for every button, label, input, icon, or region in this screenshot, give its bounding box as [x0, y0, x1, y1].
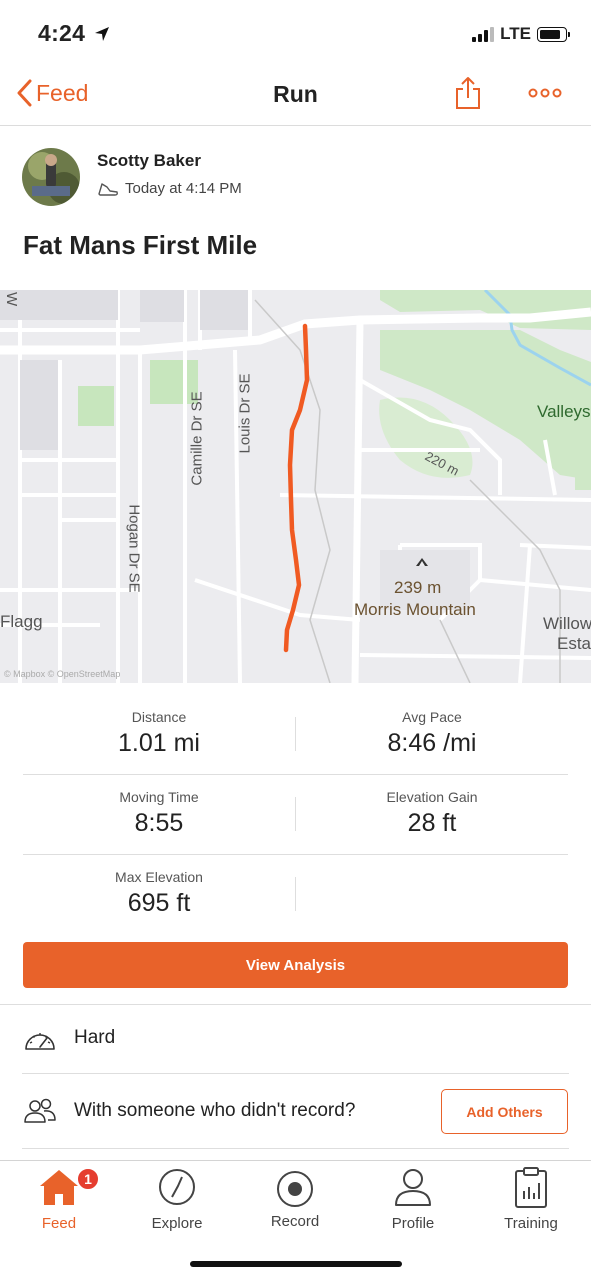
stat-distance: Distance 1.01 mi	[23, 695, 295, 758]
stat-label: Elevation Gain	[386, 789, 478, 805]
tab-profile[interactable]: Profile	[354, 1165, 472, 1232]
activity-map[interactable]: W Camille Dr SE Louis Dr SE Hogan Dr SE …	[0, 290, 591, 683]
map-label-valleys: Valleys	[537, 402, 591, 421]
add-others-prompt: With someone who didn't record?	[74, 1100, 356, 1121]
tab-training[interactable]: Training	[472, 1165, 590, 1232]
page-title: Run	[273, 81, 318, 107]
map-label-hogan-dr: Hogan Dr SE	[125, 504, 143, 593]
tab-label: Feed	[41, 1215, 77, 1232]
map-label-camille-dr: Camille Dr SE	[188, 391, 206, 486]
stat-value: 28 ft	[407, 809, 457, 837]
stat-row: Max Elevation 695 ft	[23, 855, 568, 935]
status-time: 4:24	[38, 20, 86, 46]
activity-stats: Distance 1.01 mi Avg Pace 8:46 /mi Movin…	[23, 695, 568, 935]
training-log-icon	[509, 1165, 553, 1209]
location-arrow-icon	[95, 27, 109, 41]
map-label-w: W	[3, 292, 20, 307]
athlete-name[interactable]: Scotty Baker	[97, 151, 201, 171]
map-label-peak-elevation: 239 m	[394, 578, 442, 597]
notification-badge: 1	[76, 1167, 100, 1191]
divider	[295, 877, 296, 911]
tab-explore[interactable]: Explore	[118, 1165, 236, 1232]
compass-icon	[155, 1165, 199, 1209]
record-icon	[273, 1165, 317, 1209]
network-type: LTE	[500, 24, 531, 43]
activity-meta: Today at 4:14 PM	[97, 180, 242, 197]
map-label-willow: Willow	[543, 614, 591, 633]
stat-label: Avg Pace	[402, 709, 462, 725]
status-indicators: LTE	[472, 24, 570, 44]
more-horizontal-icon[interactable]	[528, 86, 562, 100]
running-shoe-icon	[98, 182, 118, 196]
tab-label: Training	[504, 1215, 558, 1232]
navigation-bar: Feed Run	[0, 66, 591, 126]
profile-icon	[391, 1165, 435, 1209]
stat-elevation-gain: Elevation Gain 28 ft	[296, 775, 568, 838]
people-icon	[24, 1098, 56, 1123]
map-label-peak-name: Morris Mountain	[354, 600, 476, 619]
map-label-louis-dr: Louis Dr SE	[236, 373, 254, 454]
tab-label: Explore	[151, 1215, 203, 1232]
stat-moving-time: Moving Time 8:55	[23, 775, 295, 838]
cellular-signal-icon	[472, 26, 495, 42]
map-attribution[interactable]: © Mapbox © OpenStreetMap	[4, 669, 120, 679]
activity-timestamp: Today at 4:14 PM	[125, 180, 242, 197]
athlete-header: Scotty Baker Today at 4:14 PM	[22, 148, 572, 208]
add-others-button[interactable]: Add Others	[441, 1089, 568, 1134]
tab-feed[interactable]: 1 Feed	[0, 1165, 118, 1232]
gauge-icon	[25, 1033, 55, 1050]
stat-label: Max Elevation	[115, 869, 203, 885]
home-icon	[37, 1165, 81, 1209]
stat-value: 8:46 /mi	[387, 729, 477, 757]
view-analysis-button[interactable]: View Analysis	[23, 942, 568, 988]
battery-icon	[537, 26, 570, 42]
stat-avg-pace: Avg Pace 8:46 /mi	[296, 695, 568, 758]
status-bar: 4:24 LTE	[0, 0, 591, 66]
stat-row: Moving Time 8:55 Elevation Gain 28 ft	[23, 775, 568, 855]
tab-label: Profile	[391, 1215, 435, 1232]
perceived-effort-label: Hard	[74, 1027, 116, 1048]
avatar[interactable]	[22, 148, 80, 206]
tab-record[interactable]: Record	[236, 1165, 354, 1230]
activity-title: Fat Mans First Mile	[23, 230, 258, 260]
perceived-effort-row[interactable]: Hard	[0, 1005, 591, 1073]
map-canvas	[0, 290, 591, 683]
stat-value: 8:55	[134, 809, 184, 837]
divider	[22, 1148, 569, 1149]
add-others-row: With someone who didn't record? Add Othe…	[0, 1074, 591, 1148]
stat-value: 1.01 mi	[118, 729, 200, 757]
share-icon[interactable]	[454, 76, 482, 110]
map-label-flagg: Flagg	[0, 612, 43, 631]
stat-max-elevation: Max Elevation 695 ft	[23, 855, 295, 918]
stat-label: Distance	[131, 709, 187, 725]
map-label-esta: Esta	[557, 634, 591, 653]
tab-label: Record	[270, 1213, 320, 1230]
stat-row: Distance 1.01 mi Avg Pace 8:46 /mi	[23, 695, 568, 775]
stat-label: Moving Time	[119, 789, 199, 805]
stat-value: 695 ft	[127, 889, 191, 917]
home-indicator[interactable]	[190, 1261, 402, 1267]
